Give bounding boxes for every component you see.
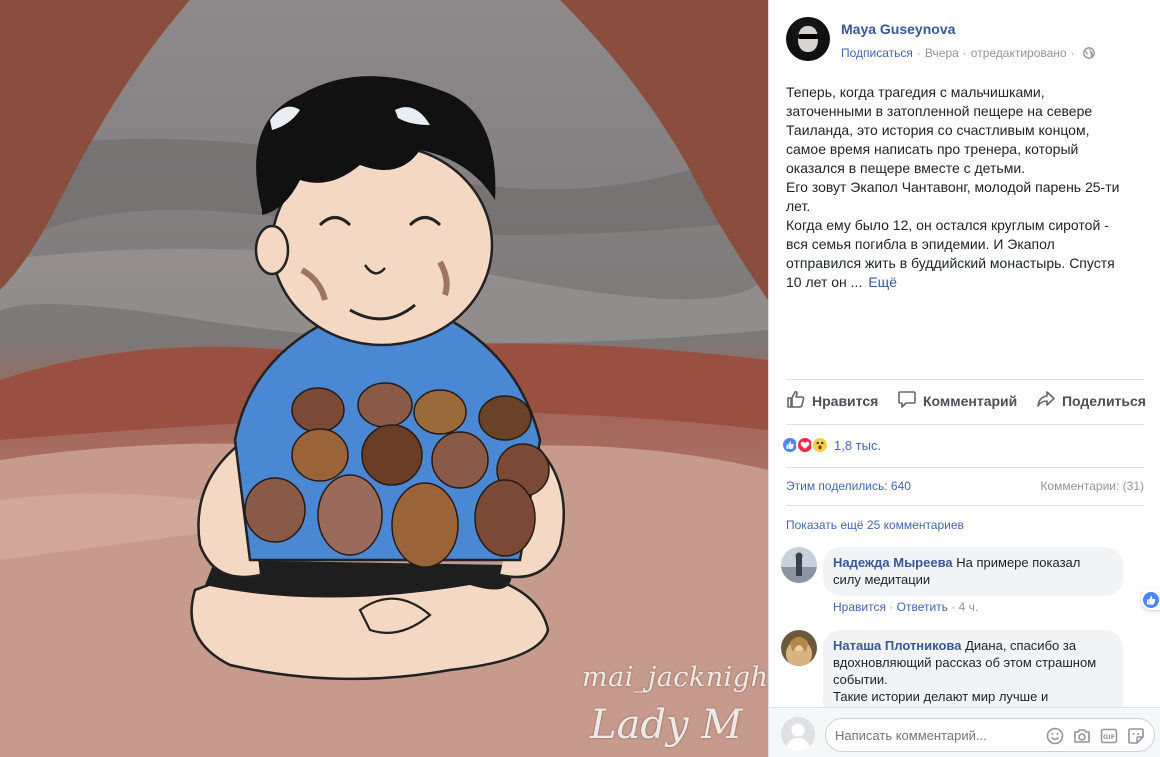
post-line: лет. — [786, 198, 811, 214]
globe-icon[interactable] — [1082, 47, 1095, 59]
commenter-name[interactable]: Наташа Плотникова — [833, 638, 961, 653]
commenter-avatar[interactable] — [781, 630, 817, 666]
post-text: Теперь, когда трагедия с мальчишками, за… — [786, 83, 1136, 292]
post-image[interactable]: mai_jacknight Lady M — [0, 0, 768, 757]
commenter-name[interactable]: Надежда Мыреева — [833, 555, 953, 570]
post-line: вся семья погибла в эпидемии. И Экапол — [786, 236, 1055, 252]
comment-icon — [897, 389, 923, 412]
see-more-link[interactable]: Ещё — [868, 274, 897, 290]
composer-icons: GIF — [1037, 727, 1145, 745]
comment-time[interactable]: 4 ч. — [959, 600, 979, 614]
post-line: самое время написать про тренера, которы… — [786, 141, 1079, 157]
author-avatar[interactable] — [786, 17, 830, 61]
share-icon — [1036, 389, 1062, 412]
comment-actions: Нравится · Ответить · 4 ч. — [833, 600, 979, 614]
post-line: Когда ему было 12, он остался круглым си… — [786, 217, 1109, 233]
comment-composer: GIF — [769, 707, 1160, 757]
comment-button[interactable]: Комментарий — [897, 389, 1017, 412]
shares-count[interactable]: Этим поделились: 640 — [786, 479, 911, 493]
emoji-icon[interactable] — [1046, 727, 1064, 745]
comment-bubble: Надежда Мыреева На примере показал силу … — [823, 547, 1160, 610]
show-more-comments-link[interactable]: Показать ещё 25 комментариев — [786, 518, 964, 532]
post-side-panel: Maya Guseynova Подписаться · Вчера · отр… — [768, 0, 1160, 757]
post-line: Его зовут Экапол Чантавонг, молодой паре… — [786, 179, 1120, 195]
wow-icon — [811, 436, 829, 454]
post-line: заточенными в затопленной пещере на севе… — [786, 103, 1093, 119]
my-avatar — [781, 717, 815, 751]
comment-like-link[interactable]: Нравится — [833, 600, 886, 614]
post-line: Теперь, когда трагедия с мальчишками, — [786, 84, 1045, 100]
post-line: оказался в пещере вместе с детьми. — [786, 160, 1026, 176]
follow-link[interactable]: Подписаться — [841, 46, 913, 60]
comment-item: Надежда Мыреева На примере показал силу … — [781, 547, 1160, 614]
like-icon — [1143, 591, 1159, 608]
watermark-author: Lady M — [590, 702, 743, 748]
commenter-avatar[interactable] — [781, 547, 817, 583]
like-button[interactable]: Нравится — [786, 389, 878, 412]
divider — [786, 467, 1144, 468]
author-name[interactable]: Maya Guseynova — [841, 21, 1095, 37]
boy-with-boars-illustration — [0, 0, 768, 757]
post-meta: Подписаться · Вчера · отредактировано · — [841, 46, 1095, 60]
thumbs-up-icon — [786, 389, 812, 412]
post-line-last: 10 лет он ... Ещё — [786, 274, 897, 290]
post-actions: Нравится Комментарий Поделиться — [786, 389, 1146, 412]
share-button[interactable]: Поделиться — [1036, 389, 1146, 412]
comment-reactions[interactable]: 1 — [1141, 589, 1160, 610]
divider — [786, 379, 1144, 380]
divider — [786, 424, 1144, 425]
comment-reply-link[interactable]: Ответить — [897, 600, 948, 614]
post-time[interactable]: Вчера — [925, 46, 959, 60]
reactions-summary[interactable]: 1,8 тыс. — [781, 436, 881, 454]
sticker-icon[interactable] — [1127, 727, 1145, 745]
comments-count[interactable]: Комментарии: (31) — [1040, 479, 1144, 493]
reactions-count[interactable]: 1,8 тыс. — [834, 438, 881, 453]
comment-text: Такие истории делают мир лучше и — [833, 689, 1049, 704]
gif-icon[interactable]: GIF — [1100, 727, 1118, 745]
post-line: Таиланда, это история со счастливым конц… — [786, 122, 1090, 138]
post-stats: Этим поделились: 640 Комментарии: (31) — [786, 479, 1144, 493]
post-line: отправился жить в буддийский монастырь. … — [786, 255, 1115, 271]
watermark-artist: mai_jacknight — [582, 662, 768, 693]
camera-icon[interactable] — [1073, 727, 1091, 745]
post-header: Maya Guseynova Подписаться · Вчера · отр… — [786, 17, 1095, 61]
svg-text:GIF: GIF — [1103, 733, 1115, 741]
divider — [786, 505, 1144, 506]
edited-label[interactable]: отредактировано — [971, 46, 1067, 60]
